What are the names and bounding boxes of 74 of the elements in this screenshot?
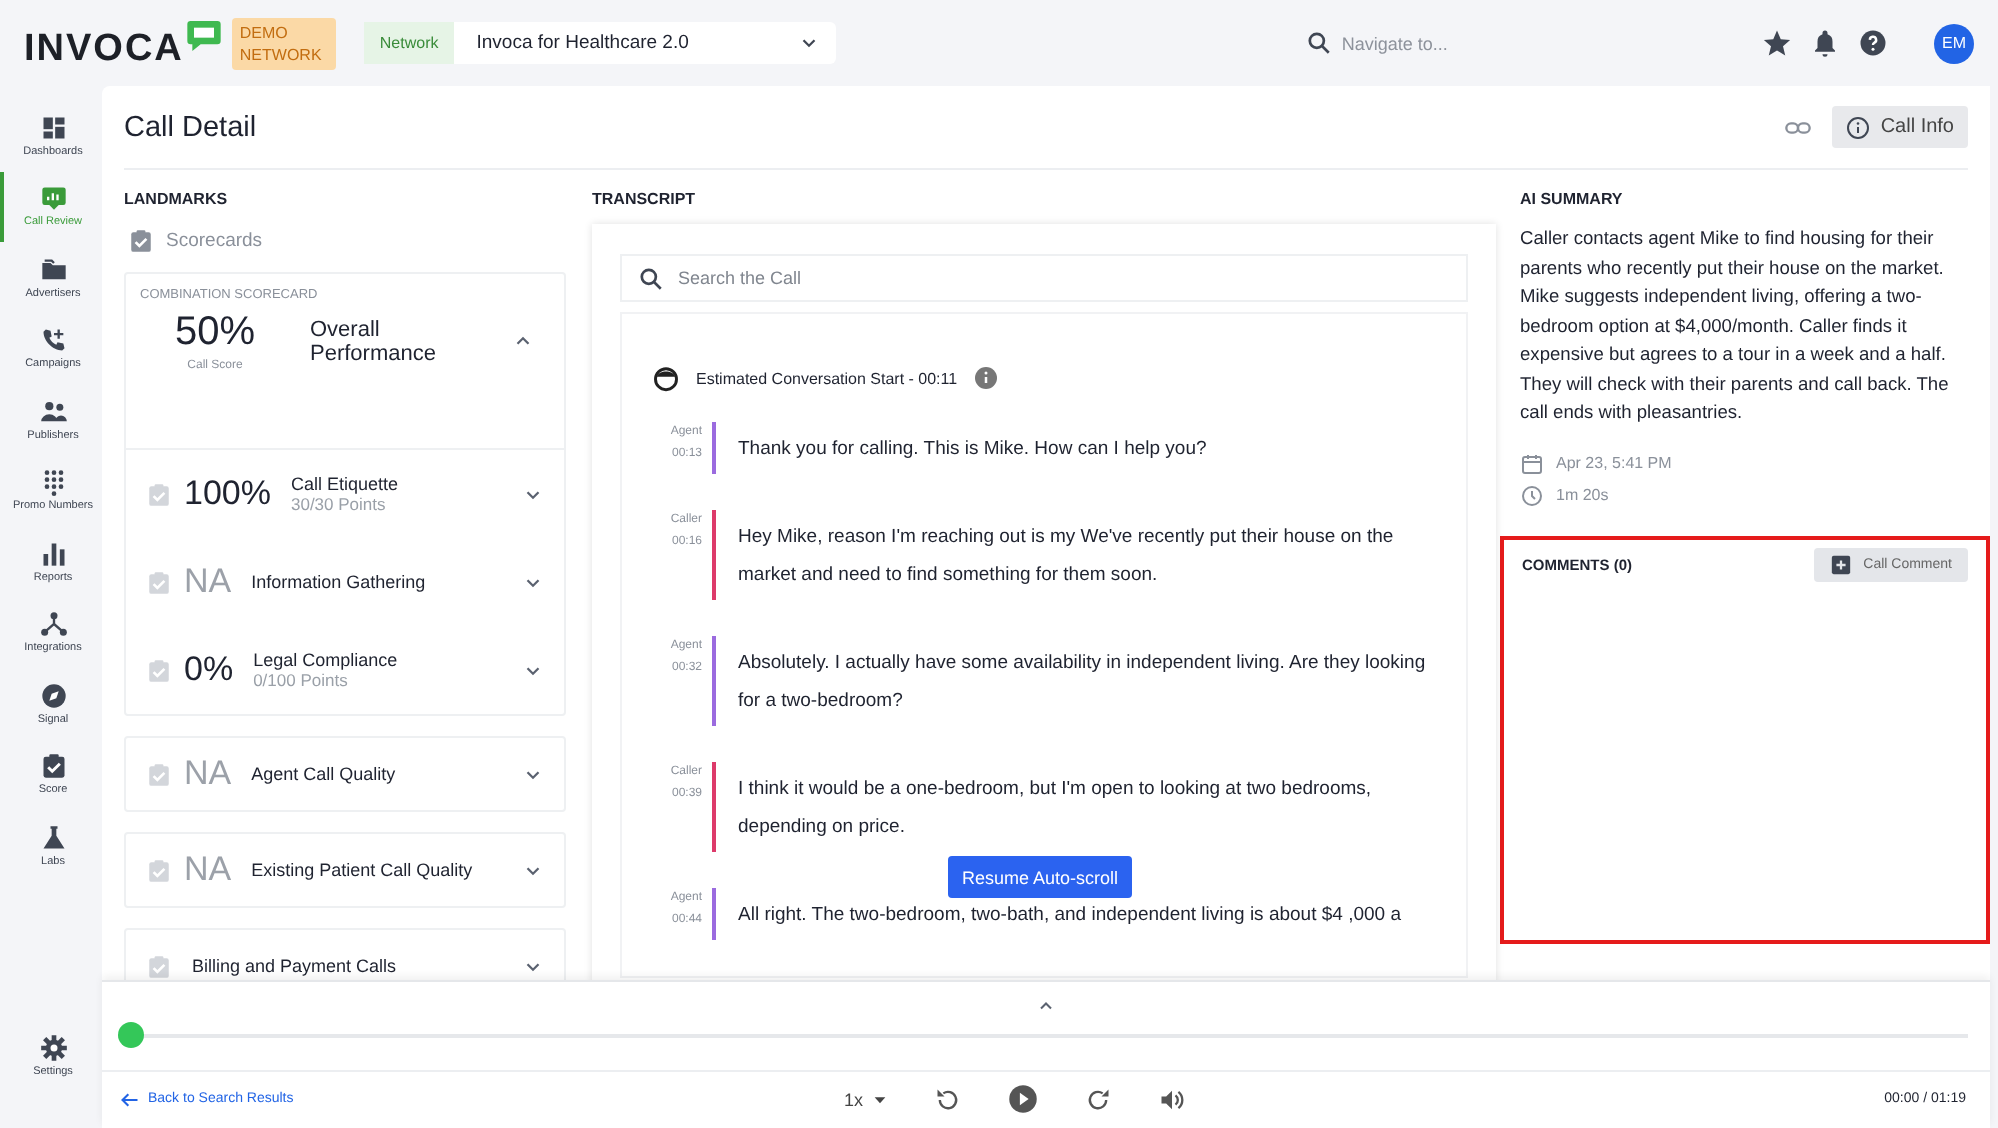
- scorecard-name: Information Gathering: [251, 572, 428, 592]
- phone-icon: [39, 326, 67, 355]
- progress-handle[interactable]: [118, 1022, 144, 1048]
- section-heading: TRANSCRIPT: [592, 190, 698, 212]
- user-avatar[interactable]: EM: [1934, 23, 1974, 63]
- dial-pad-icon: [39, 468, 67, 497]
- call-score: 50%: [172, 310, 258, 356]
- bell-icon[interactable]: [1810, 28, 1840, 58]
- call-date: Apr 23, 5:41 PM: [1556, 454, 1672, 472]
- scorecard-score: NA: [184, 754, 232, 794]
- scorecard-name: Agent Call Quality: [251, 764, 398, 784]
- call-duration: 1m 20s: [1556, 486, 1609, 504]
- people-icon: [39, 397, 67, 426]
- clipboard-check-icon: [146, 857, 172, 883]
- scorecard-name: Billing and Payment Calls: [192, 956, 399, 976]
- clipboard-check-icon: [146, 481, 172, 507]
- chart-card-icon: [39, 184, 67, 213]
- scorecard-points: 30/30 Points: [290, 494, 388, 514]
- settings-icon: [39, 1034, 67, 1063]
- scorecard-name: Overall Performance: [308, 317, 438, 365]
- scorecard-score: NA: [184, 562, 232, 602]
- arrow-left-icon: [120, 1089, 140, 1110]
- scorecard-name: Existing Patient Call Quality: [251, 860, 475, 880]
- compass-icon: [39, 681, 67, 710]
- transcript-text: All right. The two-bedroom, two-bath, and independent living is about $4 ,000 a: [736, 902, 1403, 930]
- folder-icon: [39, 255, 67, 284]
- search-icon: [638, 265, 664, 291]
- speed-dropdown[interactable]: 1x: [844, 1089, 888, 1110]
- call-info-button[interactable]: Call Info: [1832, 106, 1968, 148]
- speech-bubble-icon: [183, 15, 224, 55]
- forward-icon[interactable]: [1083, 1085, 1112, 1114]
- summary-text: Caller contacts agent Mike to find housing for their parents who recently put their house on the market. Mike suggests independent living, offering a two-bedroom option at $4,000/month. Caller finds it expensive but agrees to a tour in a week and a half. They will check with their parents and call back. The call ends with pleasantries.: [1520, 226, 1951, 426]
- info-icon: [1846, 115, 1871, 139]
- clipboard-check-icon: [146, 761, 172, 787]
- scorecard-score: NA: [184, 850, 232, 890]
- search-icon: [1305, 30, 1332, 56]
- scorecard-score: 100%: [184, 474, 271, 514]
- caret-icon: [871, 1091, 888, 1108]
- star-icon[interactable]: [1762, 28, 1792, 58]
- calendar-icon: [1520, 451, 1544, 475]
- add-comment-icon: [1829, 553, 1852, 575]
- network-icon: [39, 610, 67, 639]
- transcript-text: Thank you for calling. This is Mike. How can I help you?: [736, 436, 1209, 464]
- conversation-start: Estimated Conversation Start - 00:11: [696, 369, 958, 387]
- logo-text: INVOCA: [24, 27, 184, 71]
- scorecards-label: Scorecards: [166, 230, 263, 252]
- section-heading: LANDMARKS: [124, 190, 230, 212]
- search-field[interactable]: Search the Call: [620, 254, 1468, 302]
- clipboard-check-icon[interactable]: [128, 228, 154, 254]
- volume-icon[interactable]: [1157, 1085, 1186, 1114]
- scorecard-name: Call Etiquette: [290, 474, 401, 494]
- section-heading: AI SUMMARY: [1520, 190, 1625, 212]
- page-title: Call Detail: [124, 111, 259, 143]
- bar-chart-icon: [39, 539, 67, 568]
- grid-icon: [39, 113, 67, 142]
- transcript-text: Absolutely. I actually have some availability in independent living. Are they looking for a two-bedroom?: [736, 650, 1428, 716]
- navigate-field[interactable]: Navigate to...: [1305, 29, 1586, 57]
- flask-icon: [39, 823, 67, 852]
- clock-icon: [1520, 483, 1544, 507]
- info-icon[interactable]: [973, 366, 998, 390]
- clipboard-check-icon: [39, 752, 67, 781]
- help-icon[interactable]: [1858, 28, 1888, 58]
- transcript-text: Hey Mike, reason I'm reaching out is my We've recently put their house on the market and need to find something for them soon.: [736, 524, 1396, 590]
- network-select[interactable]: Network Invoca for Healthcare 2.0: [363, 22, 836, 64]
- scorecard-name: Legal Compliance: [253, 650, 400, 670]
- play-icon[interactable]: [1007, 1084, 1038, 1115]
- demo-badge: DEMO NETWORK: [231, 17, 336, 69]
- rewind-icon[interactable]: [933, 1085, 962, 1114]
- scorecard-score: 0%: [184, 650, 234, 690]
- transcript-text: I think it would be a one-bedroom, but I'm open to looking at two bedrooms, depending on price.: [736, 776, 1374, 842]
- clipboard-check-icon: [146, 569, 172, 595]
- resume-autoscroll-button[interactable]: Resume Auto-scroll: [948, 856, 1133, 898]
- scorecard-points: 0/100 Points: [253, 670, 350, 690]
- clipboard-check-icon: [146, 657, 172, 683]
